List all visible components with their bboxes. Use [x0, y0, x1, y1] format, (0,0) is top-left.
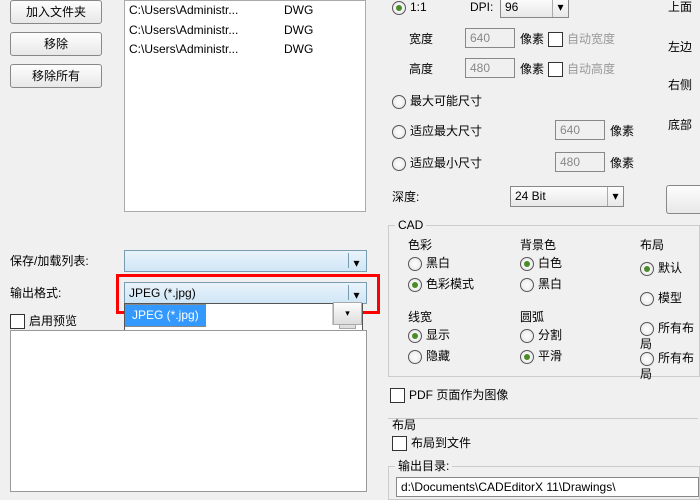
layout-btm-label: 布局	[392, 418, 416, 434]
remove-button[interactable]: 移除	[10, 32, 102, 56]
layout-label: 布局	[640, 238, 664, 254]
color-label: 色彩	[408, 238, 432, 254]
default-radio[interactable]: 默认	[640, 261, 682, 277]
hide-radio[interactable]: 隐藏	[408, 349, 450, 365]
arc-label: 圆弧	[520, 310, 544, 326]
fit-max-radio[interactable]: 适应最大尺寸	[392, 124, 482, 140]
preview-area	[10, 330, 367, 492]
auto-width-checkbox[interactable]: 自动宽度	[548, 32, 615, 48]
all-layout-radio[interactable]: 所有布局	[640, 321, 700, 352]
ratio-radio[interactable]: 1:1	[392, 0, 427, 16]
scrollbar[interactable]: ▴▾	[332, 304, 362, 325]
file-row[interactable]: C:\Users\Administr...DWG	[125, 40, 365, 60]
pdf-page-checkbox[interactable]: PDF 页面作为图像	[390, 388, 508, 404]
px-label: 像素	[610, 124, 634, 140]
colormode-radio[interactable]: 色彩模式	[408, 277, 474, 293]
depth-label: 深度:	[392, 190, 419, 206]
file-list[interactable]: C:\Users\Administr...DWG C:\Users\Admini…	[124, 0, 366, 212]
px-label: 像素	[610, 156, 634, 172]
max-possible-radio[interactable]: 最大可能尺寸	[392, 94, 482, 110]
dpi-label: DPI:	[470, 0, 493, 16]
fit-max-input[interactable]: 640	[555, 120, 605, 140]
file-row[interactable]: C:\Users\Administr...DWG	[125, 1, 365, 21]
split-radio[interactable]: 分割	[520, 328, 562, 344]
all-layout2-radio[interactable]: 所有布局	[640, 351, 700, 382]
enable-preview-checkbox[interactable]: 启用预览	[10, 314, 77, 330]
height-label: 高度	[409, 62, 433, 78]
bw-radio[interactable]: 黑白	[408, 256, 450, 272]
margin-right-label: 右侧	[668, 78, 692, 94]
format-option[interactable]: JPEG (*.jpg)	[125, 304, 206, 327]
scroll-down-icon[interactable]: ▾	[333, 302, 362, 325]
width-label: 宽度	[409, 32, 433, 48]
margin-left-label: 左边	[668, 40, 692, 56]
black-radio[interactable]: 黑白	[520, 277, 562, 293]
depth-select[interactable]: 24 Bit▾	[510, 186, 624, 207]
model-radio[interactable]: 模型	[640, 291, 682, 307]
margin-top-label: 上面	[668, 0, 692, 16]
file-row[interactable]: C:\Users\Administr...DWG	[125, 21, 365, 41]
chevron-down-icon: ▾	[348, 253, 364, 268]
outdir-input[interactable]: d:\Documents\CADEditorX 11\Drawings\	[396, 477, 699, 497]
margin-bottom-label: 底部	[668, 118, 692, 134]
remove-all-button[interactable]: 移除所有	[10, 64, 102, 88]
px-label: 像素	[520, 62, 544, 78]
show-radio[interactable]: 显示	[408, 328, 450, 344]
bg-label: 背景色	[520, 238, 556, 254]
chevron-down-icon: ▾	[607, 187, 623, 206]
dpi-select[interactable]: 96▾	[500, 0, 569, 18]
px-label: 像素	[520, 32, 544, 48]
white-radio[interactable]: 白色	[520, 256, 562, 272]
save-load-list-label: 保存/加载列表:	[10, 254, 89, 270]
fit-min-radio[interactable]: 适应最小尺寸	[392, 156, 482, 172]
smooth-radio[interactable]: 平滑	[520, 349, 562, 365]
cut-button[interactable]	[666, 185, 700, 214]
save-load-list-dropdown[interactable]: ▾	[124, 250, 367, 272]
add-folder-button[interactable]: 加入文件夹	[10, 0, 102, 24]
fit-min-input[interactable]: 480	[555, 152, 605, 172]
layout-to-file-checkbox[interactable]: 布局到文件	[392, 436, 471, 452]
output-format-label: 输出格式:	[10, 286, 61, 302]
linew-label: 线宽	[408, 310, 432, 326]
auto-height-checkbox[interactable]: 自动高度	[548, 62, 615, 78]
height-input[interactable]: 480	[465, 58, 515, 78]
width-input[interactable]: 640	[465, 28, 515, 48]
chevron-down-icon: ▾	[552, 0, 568, 17]
